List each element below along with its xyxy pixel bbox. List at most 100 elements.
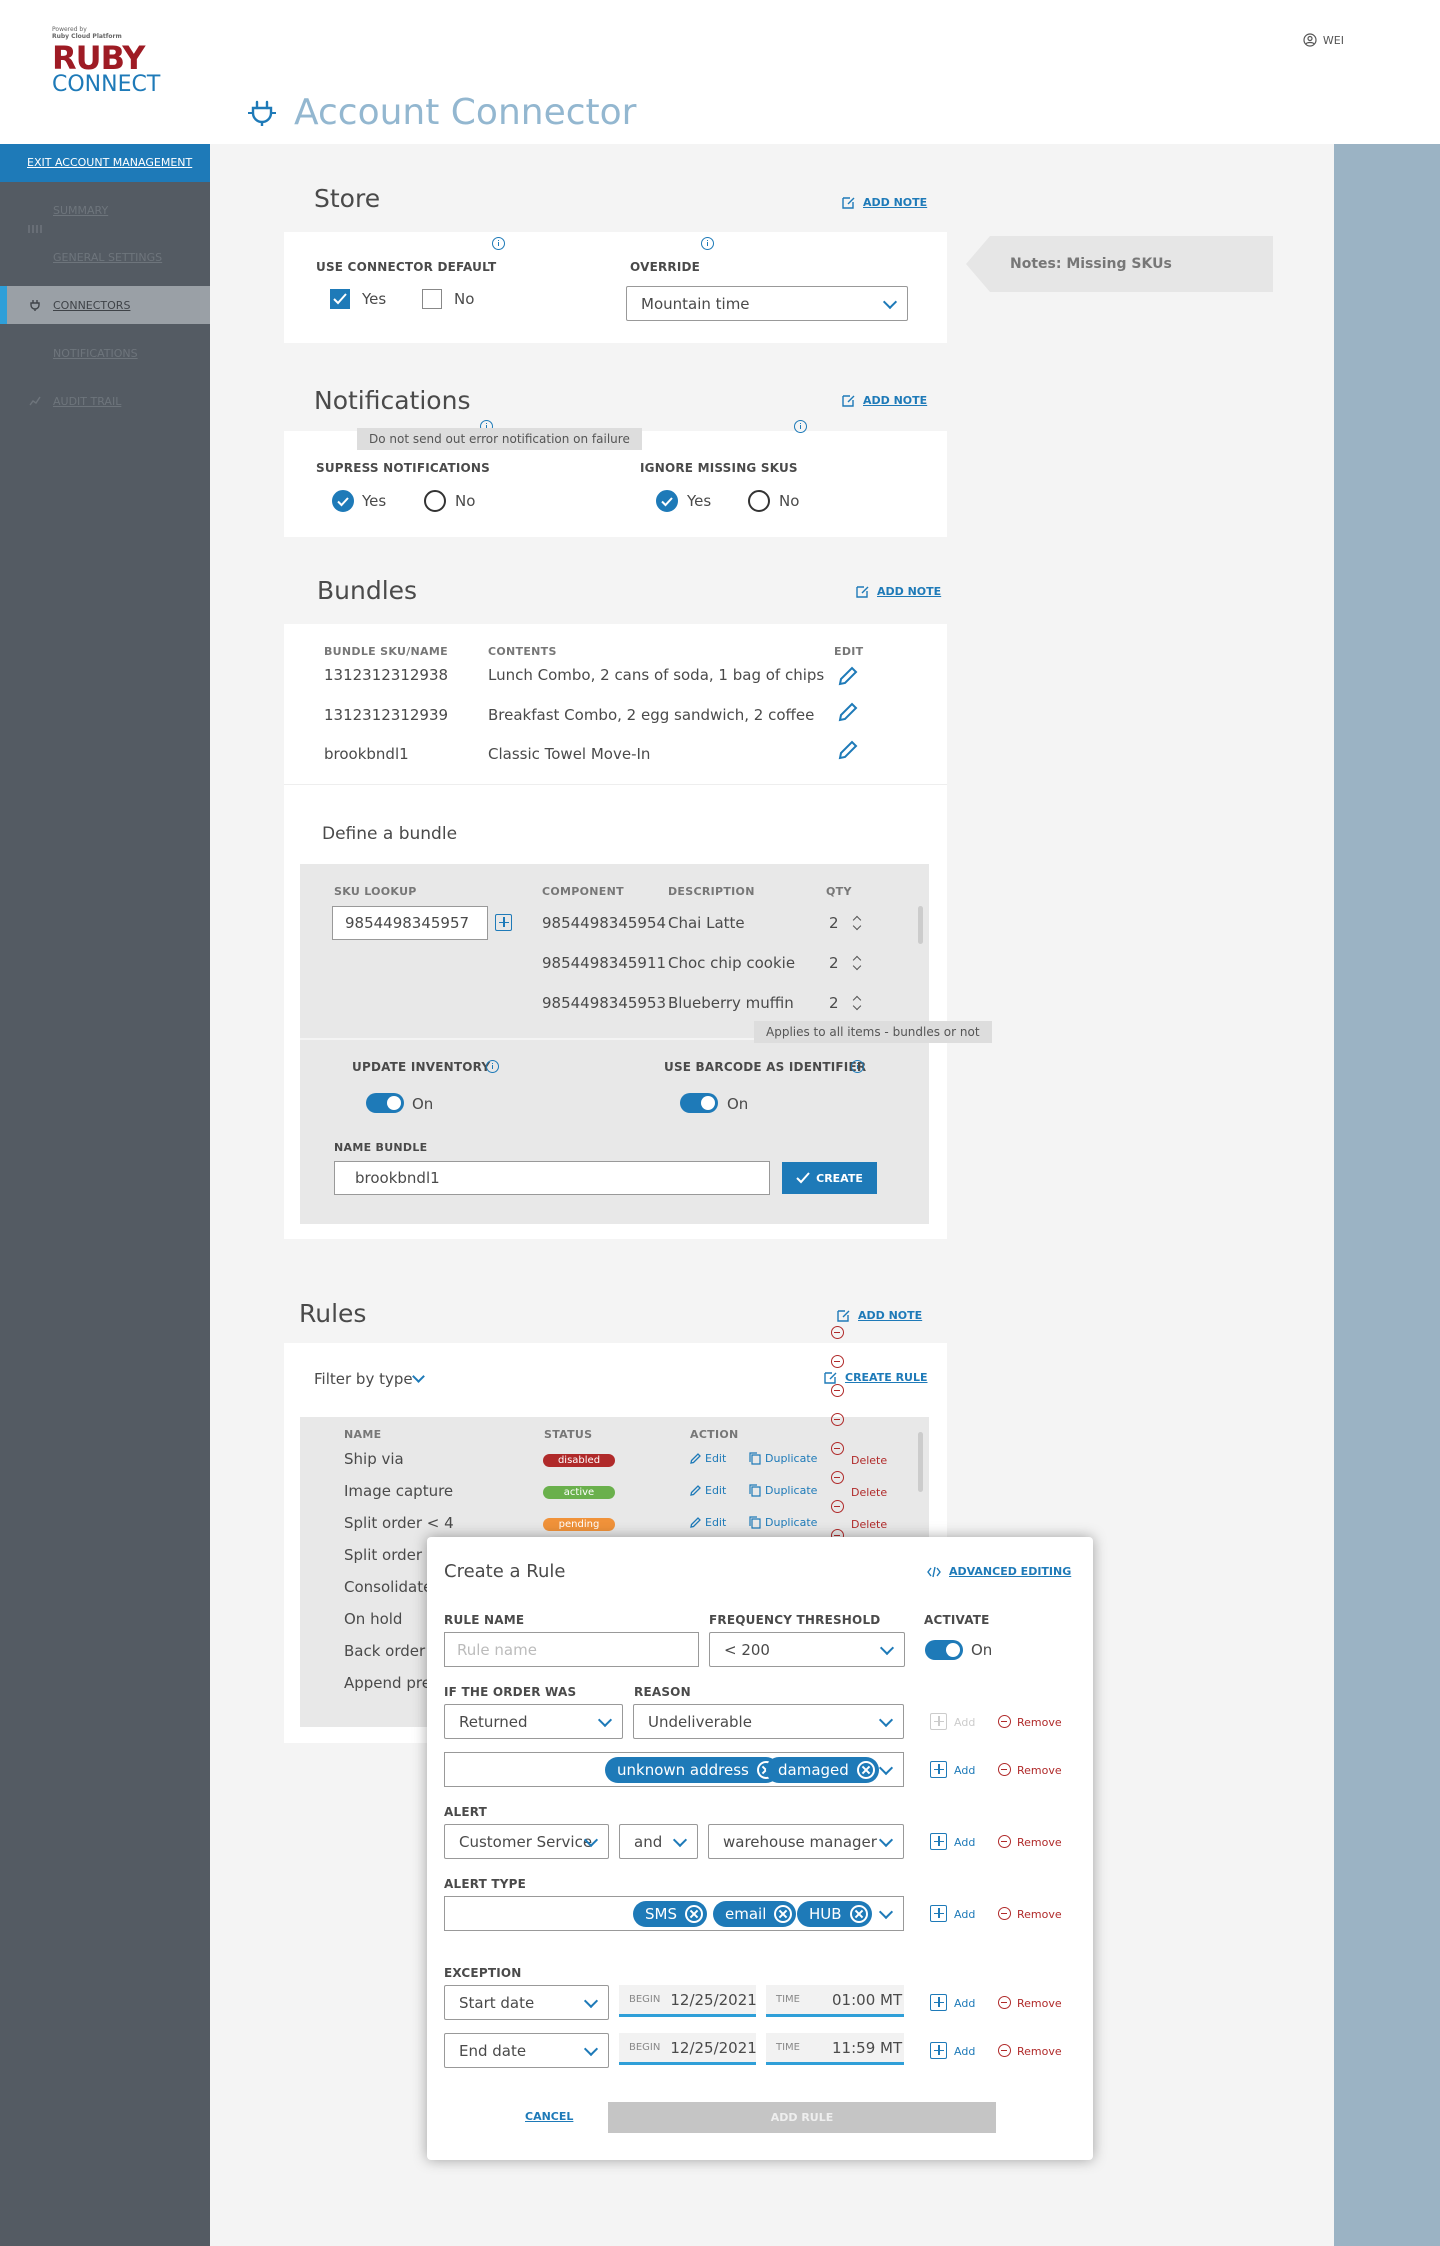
advanced-editing-link[interactable]: ADVANCED EDITING xyxy=(927,1565,1071,1578)
minus-circle-icon[interactable] xyxy=(998,1763,1011,1776)
edit-rule-link[interactable]: Edit xyxy=(690,1516,726,1529)
sidebar-item-general-settings[interactable]: GENERAL SETTINGS xyxy=(0,225,210,276)
reason-select[interactable]: Undeliverable xyxy=(633,1704,904,1739)
reason-chip[interactable]: damaged xyxy=(766,1757,879,1783)
minus-circle-icon[interactable] xyxy=(998,1715,1011,1728)
add-icon[interactable] xyxy=(930,1833,947,1850)
pencil-icon[interactable] xyxy=(838,702,858,722)
order-was-select[interactable]: Returned xyxy=(444,1704,623,1739)
qty-stepper[interactable] xyxy=(852,995,862,1011)
info-icon[interactable] xyxy=(492,237,505,250)
minus-circle-icon[interactable] xyxy=(831,1413,844,1426)
minus-circle-icon[interactable] xyxy=(998,1996,1011,2009)
update-inventory-toggle[interactable] xyxy=(366,1093,404,1113)
duplicate-rule-link[interactable]: Duplicate xyxy=(749,1516,817,1529)
remove-link[interactable]: Remove xyxy=(1017,2045,1062,2058)
add-icon[interactable] xyxy=(930,2042,947,2059)
suppress-yes-radio[interactable] xyxy=(332,490,354,512)
time-field[interactable]: TIME 01:00 MT xyxy=(766,1985,904,2017)
minus-circle-icon[interactable] xyxy=(998,1835,1011,1848)
user-menu[interactable]: WEI xyxy=(1303,33,1344,47)
close-icon[interactable] xyxy=(685,1905,703,1923)
exception-type-select[interactable]: Start date xyxy=(444,1985,609,2020)
activate-toggle[interactable] xyxy=(925,1640,963,1660)
info-icon[interactable] xyxy=(486,1060,499,1073)
reason-chip[interactable]: unknown address xyxy=(605,1757,779,1783)
sidebar-item-connectors[interactable]: CONNECTORS xyxy=(0,286,210,324)
alert-join-select[interactable]: and xyxy=(619,1824,698,1859)
rule-name-input[interactable]: Rule name xyxy=(444,1632,699,1667)
name-bundle-input[interactable]: brookbndl1 xyxy=(334,1161,770,1195)
minus-circle-icon[interactable] xyxy=(831,1442,844,1455)
use-default-yes-checkbox[interactable] xyxy=(330,289,350,309)
exit-account-management-link[interactable]: EXIT ACCOUNT MANAGEMENT xyxy=(0,144,210,182)
alert-type-chip[interactable]: SMS xyxy=(633,1901,707,1927)
suppress-no-radio[interactable] xyxy=(424,490,446,512)
cancel-button[interactable]: CANCEL xyxy=(525,2110,573,2123)
minus-circle-icon[interactable] xyxy=(831,1471,844,1484)
alert-recipient-select[interactable]: Customer Service xyxy=(444,1824,609,1859)
minus-circle-icon[interactable] xyxy=(998,1907,1011,1920)
use-default-no-checkbox[interactable] xyxy=(422,289,442,309)
store-add-note-link[interactable]: ADD NOTE xyxy=(842,196,927,209)
remove-link[interactable]: Remove xyxy=(1017,1908,1062,1921)
create-bundle-button[interactable]: CREATE xyxy=(782,1162,877,1194)
minus-circle-icon[interactable] xyxy=(831,1500,844,1513)
rules-scrollbar[interactable] xyxy=(918,1432,923,1492)
add-icon[interactable] xyxy=(930,1761,947,1778)
remove-link[interactable]: Remove xyxy=(1017,1764,1062,1777)
delete-rule-link[interactable]: Delete xyxy=(851,1518,887,1531)
override-timezone-select[interactable]: Mountain time xyxy=(626,286,908,321)
duplicate-rule-link[interactable]: Duplicate xyxy=(749,1484,817,1497)
add-link[interactable]: Add xyxy=(954,1908,975,1921)
add-icon[interactable] xyxy=(930,1905,947,1922)
sku-lookup-input[interactable]: 9854498345957 xyxy=(332,906,488,940)
edit-rule-link[interactable]: Edit xyxy=(690,1484,726,1497)
close-icon[interactable] xyxy=(774,1905,793,1923)
close-icon[interactable] xyxy=(849,1905,868,1923)
sidebar-item-audit-trail[interactable]: AUDIT TRAIL xyxy=(0,382,210,420)
delete-rule-link[interactable]: Delete xyxy=(851,1486,887,1499)
edit-rule-link[interactable]: Edit xyxy=(690,1452,726,1465)
begin-date-field[interactable]: BEGIN 12/25/2021 xyxy=(619,1985,757,2017)
component-scrollbar[interactable] xyxy=(918,906,923,944)
remove-link[interactable]: Remove xyxy=(1017,1716,1062,1729)
sidebar-item-notifications[interactable]: NOTIFICATIONS xyxy=(0,334,210,372)
remove-link[interactable]: Remove xyxy=(1017,1836,1062,1849)
exception-type-select[interactable]: End date xyxy=(444,2033,609,2068)
add-icon[interactable] xyxy=(930,1994,947,2011)
add-link[interactable]: Add xyxy=(954,1836,975,1849)
remove-link[interactable]: Remove xyxy=(1017,1997,1062,2010)
info-icon[interactable] xyxy=(794,420,807,433)
create-rule-link[interactable]: CREATE RULE xyxy=(824,1371,928,1384)
delete-rule-link[interactable]: Delete xyxy=(851,1454,887,1467)
minus-circle-icon[interactable] xyxy=(831,1384,844,1397)
ignore-no-radio[interactable] xyxy=(748,490,770,512)
qty-stepper[interactable] xyxy=(852,915,862,931)
info-icon[interactable] xyxy=(851,1060,864,1073)
pencil-icon[interactable] xyxy=(838,740,858,760)
minus-circle-icon[interactable] xyxy=(831,1326,844,1339)
minus-circle-icon[interactable] xyxy=(831,1355,844,1368)
add-link[interactable]: Add xyxy=(954,1764,975,1777)
qty-stepper[interactable] xyxy=(852,955,862,971)
ignore-yes-radio[interactable] xyxy=(656,490,678,512)
begin-date-field[interactable]: BEGIN 12/25/2021 xyxy=(619,2033,757,2065)
info-icon[interactable] xyxy=(701,237,714,250)
notifications-add-note-link[interactable]: ADD NOTE xyxy=(842,394,927,407)
add-rule-button[interactable]: ADD RULE xyxy=(608,2102,996,2133)
close-icon[interactable] xyxy=(856,1761,875,1779)
minus-circle-icon[interactable] xyxy=(998,2044,1011,2057)
rules-add-note-link[interactable]: ADD NOTE xyxy=(837,1309,922,1322)
filter-by-type-dropdown[interactable]: Filter by type xyxy=(314,1370,413,1388)
use-barcode-toggle[interactable] xyxy=(680,1093,718,1113)
pencil-icon[interactable] xyxy=(838,666,858,686)
alert-type-chip[interactable]: HUB xyxy=(797,1901,872,1927)
add-link[interactable]: Add xyxy=(954,1997,975,2010)
time-field[interactable]: TIME 11:59 MT xyxy=(766,2033,904,2065)
frequency-threshold-select[interactable]: < 200 xyxy=(709,1632,905,1667)
duplicate-rule-link[interactable]: Duplicate xyxy=(749,1452,817,1465)
add-link[interactable]: Add xyxy=(954,2045,975,2058)
add-sku-icon[interactable] xyxy=(495,914,512,931)
bundles-add-note-link[interactable]: ADD NOTE xyxy=(856,585,941,598)
